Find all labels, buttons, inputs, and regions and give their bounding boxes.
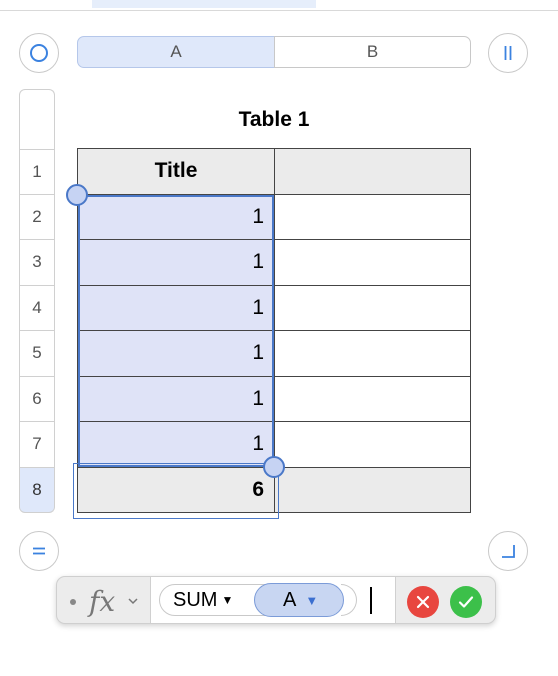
x-icon (416, 595, 430, 609)
header-cell-a1[interactable]: Title (77, 148, 275, 195)
row-header-5[interactable]: 5 (19, 331, 55, 377)
column-header-a[interactable]: A (77, 36, 275, 68)
text-cursor (370, 587, 372, 614)
footer-cell-b8[interactable] (274, 466, 471, 513)
resize-table-button[interactable] (488, 531, 528, 571)
cell-b2[interactable] (274, 193, 471, 240)
cell-a7[interactable]: 1 (77, 421, 275, 468)
circle-icon (30, 44, 48, 62)
cell-a6[interactable]: 1 (77, 375, 275, 422)
triangle-down-icon: ▼ (305, 592, 319, 608)
cell-b7[interactable] (274, 421, 471, 468)
active-tab-indicator (92, 0, 316, 8)
formula-editor: fx SUM ▼ A ▼ (56, 576, 496, 624)
cell-a2[interactable]: 1 (77, 193, 275, 240)
row-header-spacer (19, 89, 55, 149)
argument-token[interactable]: A ▼ (254, 583, 344, 617)
selection-start-handle[interactable] (66, 184, 88, 206)
row-header-7[interactable]: 7 (19, 422, 55, 468)
column-control-button[interactable] (488, 33, 528, 73)
row-control-button[interactable] (19, 531, 59, 571)
table-row: 1 (77, 193, 471, 240)
cell-a3[interactable]: 1 (77, 239, 275, 286)
double-bar-icon (504, 46, 512, 60)
table-row: 1 (77, 375, 471, 422)
cell-b6[interactable] (274, 375, 471, 422)
row-header-1[interactable]: 1 (19, 149, 55, 195)
chevron-down-icon[interactable] (127, 591, 139, 611)
cancel-formula-button[interactable] (407, 586, 439, 618)
fx-label[interactable]: fx (89, 585, 115, 618)
accept-formula-button[interactable] (450, 586, 482, 618)
row-header-3[interactable]: 3 (19, 240, 55, 286)
cell-b4[interactable] (274, 284, 471, 331)
table-row: 1 (77, 284, 471, 331)
triangle-down-icon: ▼ (221, 593, 234, 607)
cell-b5[interactable] (274, 330, 471, 377)
cell-a5[interactable]: 1 (77, 330, 275, 377)
corner-icon (502, 545, 515, 558)
row-header-4[interactable]: 4 (19, 285, 55, 331)
cell-b3[interactable] (274, 239, 471, 286)
table-title[interactable]: Table 1 (77, 108, 471, 132)
select-table-button[interactable] (19, 33, 59, 73)
row-header-2[interactable]: 2 (19, 194, 55, 240)
column-header-b[interactable]: B (274, 36, 471, 68)
drag-handle-dot[interactable] (70, 599, 76, 605)
function-close-paren (341, 584, 357, 616)
header-cell-b1[interactable] (274, 148, 471, 195)
selection-end-handle[interactable] (263, 456, 285, 478)
row-headers: 1 2 3 4 5 6 7 8 (19, 89, 55, 513)
top-toolbar-edge (0, 0, 558, 11)
function-name: SUM (173, 588, 218, 611)
equals-icon (33, 547, 45, 555)
header-row: Title (77, 148, 471, 195)
table-row: 1 (77, 330, 471, 377)
row-header-8[interactable]: 8 (19, 467, 55, 513)
footer-cell-a8[interactable]: 6 (77, 466, 275, 513)
argument-label: A (283, 588, 297, 611)
table-row: 1 (77, 239, 471, 286)
cell-a4[interactable]: 1 (77, 284, 275, 331)
row-header-6[interactable]: 6 (19, 376, 55, 422)
formula-input[interactable]: SUM ▼ A ▼ (150, 577, 396, 623)
checkmark-icon (458, 596, 474, 608)
